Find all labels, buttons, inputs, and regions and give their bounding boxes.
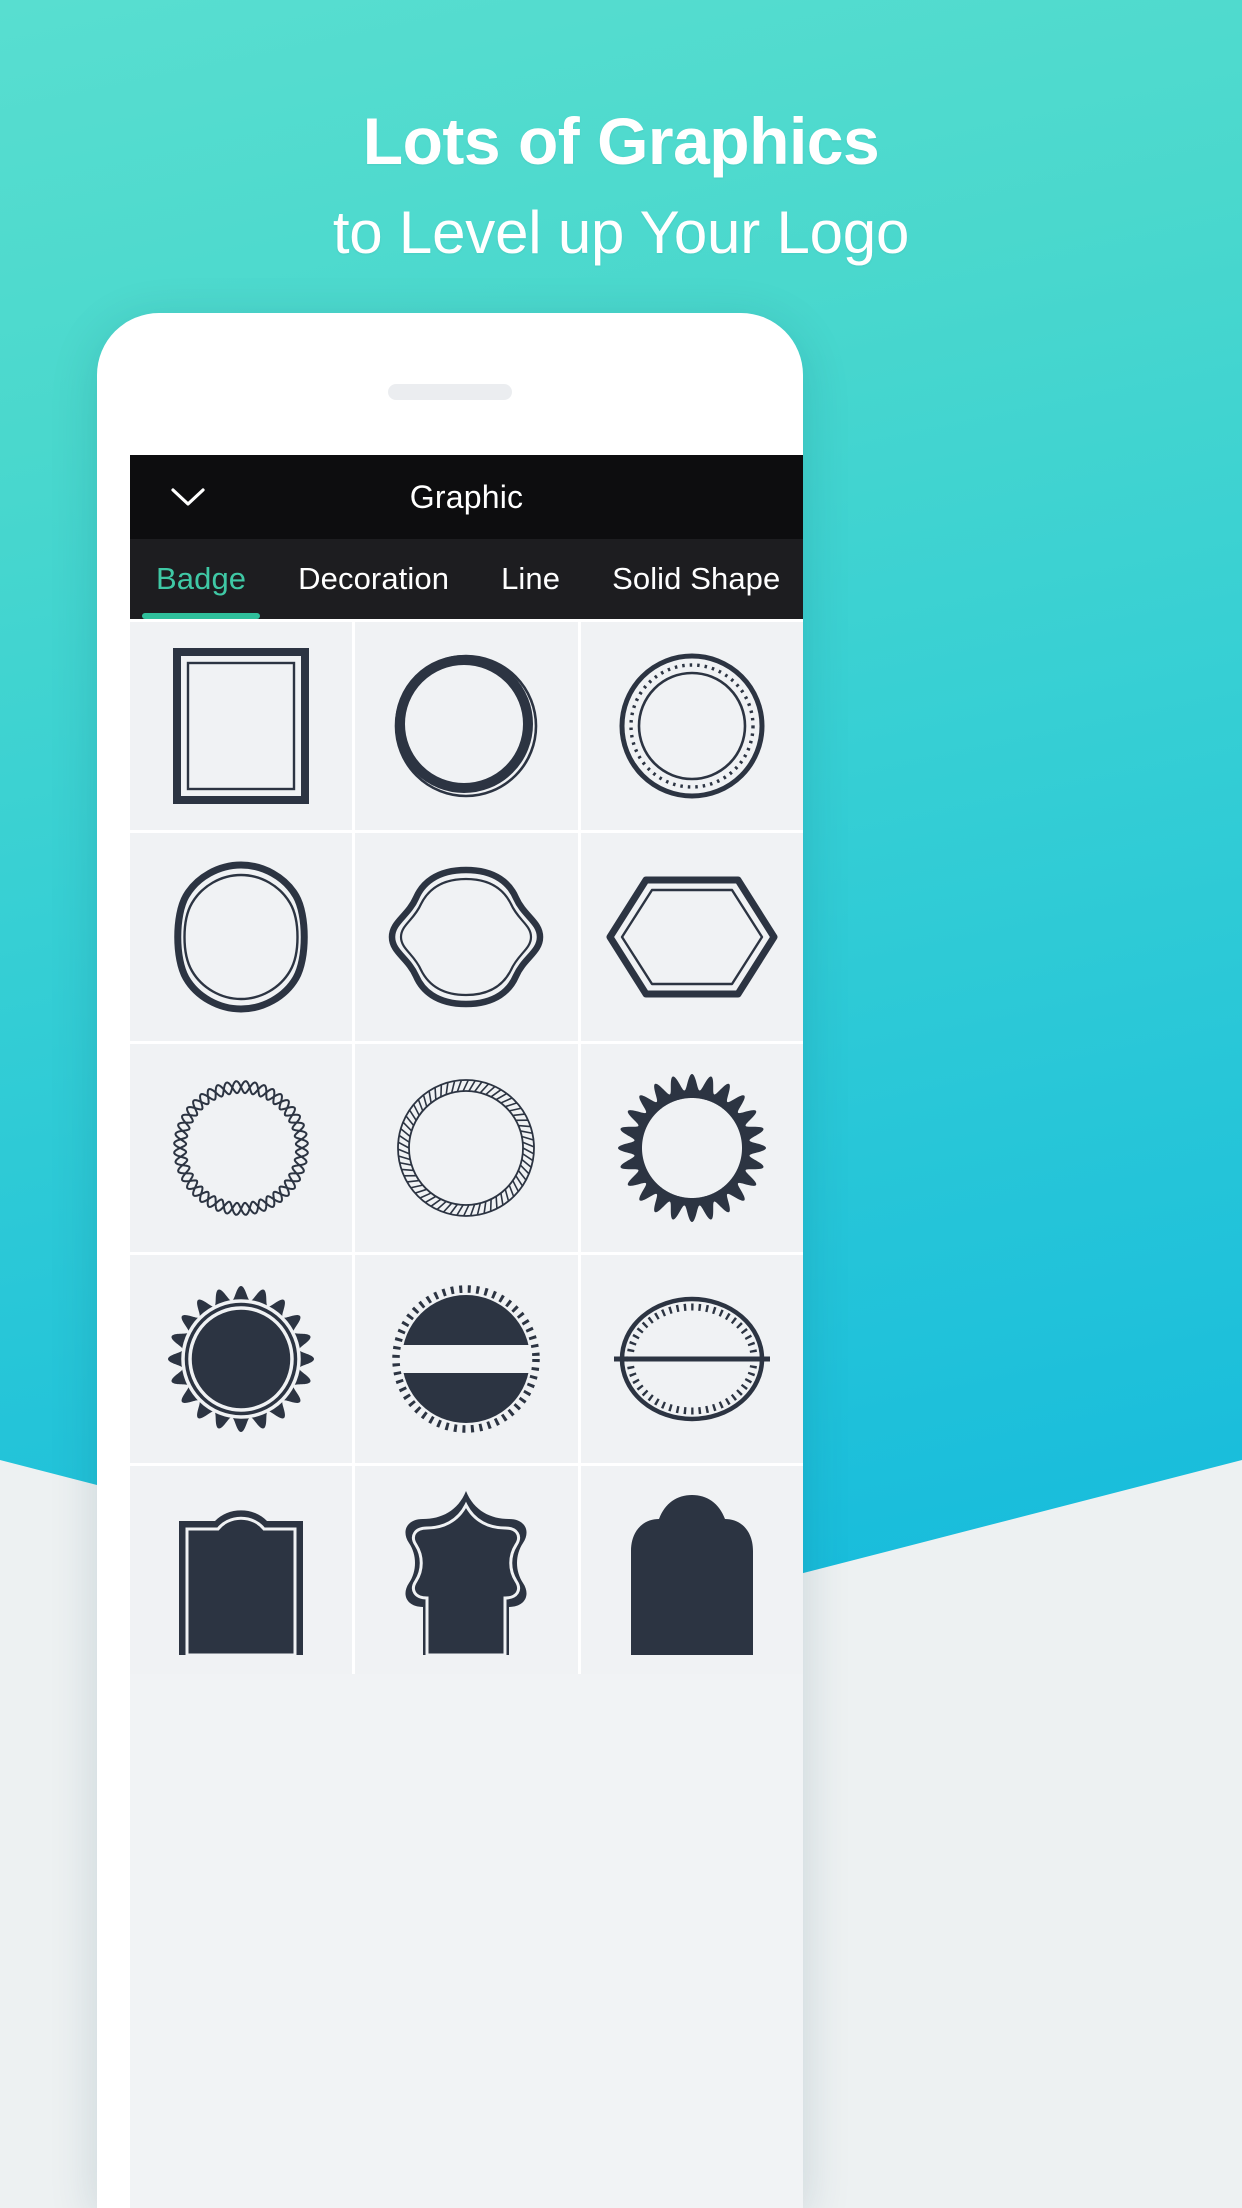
tab-solid-shape[interactable]: Solid Shape (586, 539, 803, 619)
graphic-item-split-banner-circle-dashed[interactable] (355, 1255, 578, 1463)
tab-decoration-label: Decoration (298, 561, 450, 596)
double-rectangle-frame-icon (173, 648, 310, 804)
chevron-down-icon (171, 488, 205, 506)
tab-line[interactable]: Line (475, 539, 586, 619)
app-title: Graphic (409, 478, 524, 515)
graphic-item-elongated-hexagon-double-outline[interactable] (580, 833, 803, 1041)
elongated-hexagon-double-outline-icon (606, 876, 778, 998)
double-circle-ring-icon (395, 654, 538, 798)
graphic-item-wavy-squircle-double-outline[interactable] (355, 833, 578, 1041)
split-banner-circle-dashed-icon (392, 1285, 541, 1433)
promo-headline: Lots of Graphics to Level up Your Logo (0, 0, 1242, 267)
graphic-item-scalloped-gear-circle[interactable] (580, 1044, 803, 1252)
tab-decoration[interactable]: Decoration (272, 539, 475, 619)
graphic-item-scalloped-crown-plaque-solid[interactable] (580, 1466, 803, 1674)
graphic-item-ornate-bracket-plaque-solid[interactable] (355, 1466, 578, 1674)
split-oval-dotted-outline-icon (613, 1296, 770, 1422)
earpiece-speaker-icon (388, 384, 512, 400)
dotted-inner-circle-ring-icon (619, 653, 765, 799)
graphic-item-double-rectangle-frame[interactable] (130, 622, 353, 830)
tab-badge-label: Badge (156, 561, 247, 596)
scalloped-gear-circle-icon (617, 1074, 766, 1222)
braided-twist-circle-icon (173, 1080, 309, 1216)
rounded-hexagon-double-outline-icon (174, 861, 308, 1013)
arched-plaque-solid-icon (179, 1510, 304, 1655)
wavy-squircle-double-outline-icon (389, 866, 544, 1008)
category-tabbar[interactable]: Badge Decoration Line Solid Shape (130, 539, 803, 619)
app-screen: Graphic Badge Decoration Line Solid Shap… (130, 455, 803, 2208)
graphic-item-dotted-inner-circle-ring[interactable] (580, 622, 803, 830)
graphic-item-rope-circle[interactable] (355, 1044, 578, 1252)
tab-badge[interactable]: Badge (130, 539, 272, 619)
graphic-item-rounded-hexagon-double-outline[interactable] (130, 833, 353, 1041)
app-header: Graphic (130, 455, 803, 539)
graphic-item-double-circle-ring[interactable] (355, 622, 578, 830)
graphic-item-split-oval-dotted-outline[interactable] (580, 1255, 803, 1463)
graphic-item-braided-twist-circle[interactable] (130, 1044, 353, 1252)
tab-line-label: Line (501, 561, 561, 596)
graphic-item-scalloped-solid-badge[interactable] (130, 1255, 353, 1463)
ornate-bracket-plaque-solid-icon (405, 1491, 528, 1655)
rope-circle-icon (397, 1079, 536, 1217)
phone-mockup: Graphic Badge Decoration Line Solid Shap… (97, 313, 803, 2208)
graphic-grid (130, 619, 803, 1674)
scalloped-solid-badge-double-ring-icon (168, 1286, 315, 1432)
graphic-item-arched-plaque-solid[interactable] (130, 1466, 353, 1674)
collapse-button[interactable] (152, 455, 224, 539)
headline-line-1: Lots of Graphics (362, 104, 880, 178)
scalloped-crown-plaque-solid-icon (630, 1495, 753, 1655)
tab-solid-shape-label: Solid Shape (612, 561, 781, 596)
headline-line-2: to Level up Your Logo (332, 198, 910, 266)
